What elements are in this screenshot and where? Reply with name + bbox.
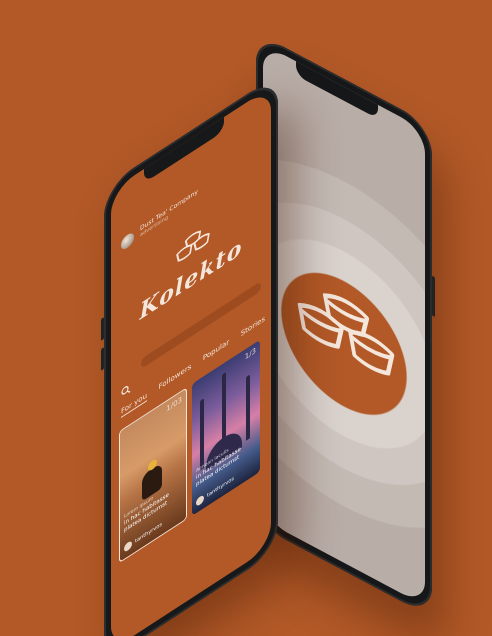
app-screen: Dust Tea' Company advertising Kolekto Fo…: [111, 86, 271, 636]
avatar: [196, 494, 204, 508]
front-phone: Dust Tea' Company advertising Kolekto Fo…: [101, 74, 278, 636]
front-phone-side-button: [101, 347, 104, 371]
card-counter: 1/03: [166, 395, 182, 414]
tab-stories[interactable]: Stories: [241, 314, 265, 340]
card-image-subject: [246, 374, 250, 441]
front-phone-side-button: [101, 317, 104, 341]
search-icon[interactable]: [121, 382, 131, 398]
avatar: [124, 539, 132, 554]
splash-screen: [263, 43, 425, 606]
feed-card[interactable]: 1/3 Aenean iaculis in hac habitasse plat…: [192, 339, 260, 516]
card-counter: 1/3: [244, 346, 256, 362]
back-phone-side-button: [432, 275, 435, 318]
back-phone: [256, 32, 435, 618]
avatar[interactable]: [121, 230, 134, 252]
feed-card[interactable]: 1/03 Lorem ipsum in hac habitasse platea…: [119, 387, 187, 564]
card-image-subject: [200, 398, 204, 471]
mockup-stage: Dust Tea' Company advertising Kolekto Fo…: [0, 0, 492, 636]
dumpling-logo-icon: [297, 293, 395, 376]
